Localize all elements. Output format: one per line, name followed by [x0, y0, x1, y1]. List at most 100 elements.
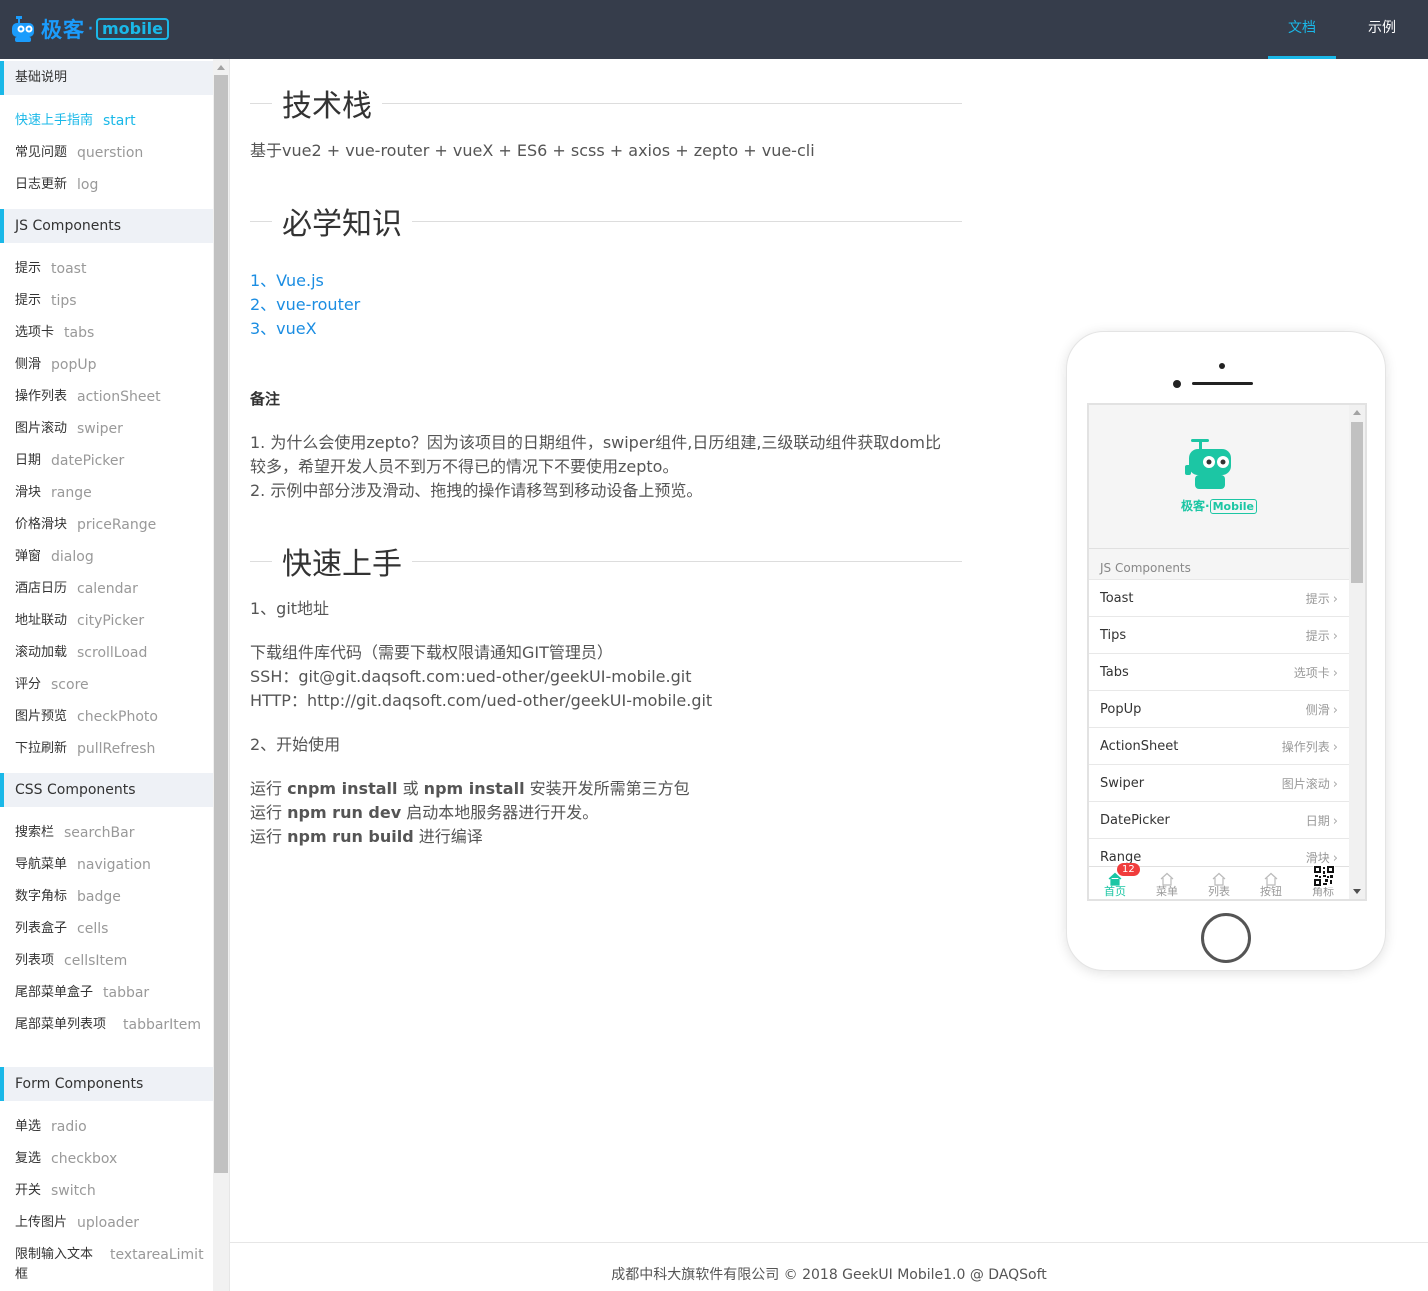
sidebar-item-cellsItem[interactable]: 列表项 cellsItem	[0, 945, 213, 977]
title-divider	[250, 102, 272, 104]
tabbar-item[interactable]: 角标	[1297, 865, 1349, 899]
sidebar-group-title: JS Components	[0, 209, 213, 243]
sidebar-item-toast[interactable]: 提示 toast	[0, 253, 213, 285]
sidebar-item-switch[interactable]: 开关 switch	[0, 1175, 213, 1207]
sidebar-item-pullRefresh[interactable]: 下拉刷新 pullRefresh	[0, 733, 213, 765]
sidebar-item-datePicker[interactable]: 日期 datePicker	[0, 445, 213, 477]
sidebar-item-label: 限制输入文本框	[15, 1247, 94, 1282]
scroll-up-icon[interactable]	[1353, 410, 1361, 415]
scroll-up-icon[interactable]	[217, 65, 225, 70]
top-nav: 文档 示例	[1268, 0, 1428, 59]
sidebar-item-radio[interactable]: 单选 radio	[0, 1111, 213, 1143]
sidebar-item-code: log	[77, 177, 99, 193]
sidebar-item-priceRange[interactable]: 价格滑块 priceRange	[0, 509, 213, 541]
phone-screen: 极客·Mobile JS Components Toast 提示 Tips 提示 Tab…	[1087, 403, 1367, 901]
http-line: HTTP：http://git.daqsoft.com/ued-other/ge…	[250, 691, 713, 710]
app-cell-tabs[interactable]: Tabs 选项卡	[1089, 653, 1349, 690]
tabbar-label: 菜单	[1156, 885, 1178, 898]
sidebar-item-calendar[interactable]: 酒店日历 calendar	[0, 573, 213, 605]
app-cell-toast[interactable]: Toast 提示	[1089, 579, 1349, 616]
sidebar-item-log[interactable]: 日志更新 log	[0, 169, 213, 201]
app-cell-datepicker[interactable]: DatePicker 日期	[1089, 801, 1349, 838]
screen-scrollbar[interactable]	[1349, 405, 1365, 899]
sidebar-item-textareaLimit[interactable]: 限制输入文本框 textareaLimit	[0, 1239, 213, 1289]
sidebar-item-label: 操作列表	[15, 389, 68, 404]
tabbar-item[interactable]: 按钮	[1245, 867, 1297, 899]
sidebar-item-label: 提示	[15, 261, 42, 276]
tabbar-item[interactable]: 列表	[1193, 867, 1245, 899]
sidebar-item-code: toast	[51, 261, 87, 277]
sidebar-item-label: 弹窗	[15, 549, 42, 564]
app-cell-desc: 选项卡	[1294, 664, 1338, 681]
sidebar-item-querstion[interactable]: 常见问题 querstion	[0, 137, 213, 169]
sidebar-item-navigation[interactable]: 导航菜单 navigation	[0, 849, 213, 881]
sidebar-item-score[interactable]: 评分 score	[0, 669, 213, 701]
app-cell-swiper[interactable]: Swiper 图片滚动	[1089, 764, 1349, 801]
sidebar-item-actionSheet[interactable]: 操作列表 actionSheet	[0, 381, 213, 413]
link-vuex[interactable]: 3、vueX	[250, 317, 962, 341]
scroll-down-icon[interactable]	[1353, 889, 1361, 894]
link-vuejs[interactable]: 1、Vue.js	[250, 269, 962, 293]
sidebar-item-tabbar[interactable]: 尾部菜单盒子 tabbar	[0, 977, 213, 1009]
sidebar-item-dialog[interactable]: 弹窗 dialog	[0, 541, 213, 573]
sidebar-item-checkbox[interactable]: 复选 checkbox	[0, 1143, 213, 1175]
sidebar-item-label: 滚动加载	[15, 645, 68, 660]
section-title-tech-stack: 技术栈	[250, 75, 962, 131]
app-cell-desc: 滑块	[1306, 849, 1338, 866]
run-line: 运行 npm run build 进行编译	[250, 827, 483, 846]
sidebar-item-label: 提示	[15, 293, 42, 308]
sidebar-item-label: 日期	[15, 453, 42, 468]
tabbar-item[interactable]: 菜单	[1141, 867, 1193, 899]
sidebar-item-scrollLoad[interactable]: 滚动加载 scrollLoad	[0, 637, 213, 669]
run-line: 运行 cnpm install 或 npm install 安装开发所需第三方包	[250, 779, 690, 798]
app-cell-desc: 图片滚动	[1282, 775, 1338, 792]
sidebar-item-searchBar[interactable]: 搜索栏 searchBar	[0, 817, 213, 849]
app-cell-tips[interactable]: Tips 提示	[1089, 616, 1349, 653]
app-cell-title: DatePicker	[1100, 812, 1170, 828]
tabbar-item[interactable]: 首页 12	[1089, 863, 1141, 899]
app-cells: Toast 提示 Tips 提示 Tabs 选项卡 PopUp 侧滑 ActionSheet 操作…	[1089, 579, 1349, 875]
tab-examples[interactable]: 示例	[1344, 0, 1420, 59]
sidebar-item-code: tabs	[64, 325, 95, 341]
app-cell-title: Swiper	[1100, 775, 1145, 791]
scrollbar-thumb[interactable]	[1351, 422, 1363, 583]
section-heading: 快速上手	[282, 547, 402, 582]
footer-copyright: 成都中科大旗软件有限公司 © 2018 GeekUI Mobile1.0 @ D…	[611, 1267, 1047, 1283]
sidebar-group-list: 单选 radio 复选 checkbox 开关 switch 上传图片 uploader 限制输…	[0, 1101, 213, 1291]
footer: 成都中科大旗软件有限公司 © 2018 GeekUI Mobile1.0 @ D…	[230, 1242, 1428, 1291]
home-icon	[1212, 871, 1226, 886]
sidebar-item-label: 上传图片	[15, 1215, 68, 1230]
sidebar-item-uploader[interactable]: 上传图片 uploader	[0, 1207, 213, 1239]
sidebar-item-tabs[interactable]: 选项卡 tabs	[0, 317, 213, 349]
scrollbar-thumb[interactable]	[214, 75, 228, 1173]
sidebar-group-list: 提示 toast 提示 tips 选项卡 tabs 侧滑 popUp 操作列表 actionShe…	[0, 243, 213, 773]
sidebar-scrollbar[interactable]	[213, 59, 229, 1291]
sidebar-item-code: tips	[51, 293, 77, 309]
sidebar-item-popUp[interactable]: 侧滑 popUp	[0, 349, 213, 381]
sidebar-item-tabbarItem[interactable]: 尾部菜单列表项 tabbarItem	[0, 1009, 213, 1059]
sidebar-item-start[interactable]: 快速上手指南 start	[0, 105, 213, 137]
app-cell-actionsheet[interactable]: ActionSheet 操作列表	[1089, 727, 1349, 764]
phone-speaker	[1192, 382, 1253, 385]
phone-home-button[interactable]	[1201, 913, 1251, 963]
phone-camera	[1219, 363, 1225, 369]
logo[interactable]: 极客 · mobile	[10, 12, 169, 46]
badge: 12	[1117, 863, 1140, 876]
sidebar-item-swiper[interactable]: 图片滚动 swiper	[0, 413, 213, 445]
qr-code-icon	[1313, 865, 1335, 887]
sidebar-item-checkPhoto[interactable]: 图片预览 checkPhoto	[0, 701, 213, 733]
sidebar-item-tips[interactable]: 提示 tips	[0, 285, 213, 317]
link-vue-router[interactable]: 2、vue-router	[250, 293, 962, 317]
download-line: 下载组件库代码（需要下载权限请通知GIT管理员）	[250, 643, 613, 662]
phone-sensor	[1173, 380, 1181, 388]
sidebar-item-badge[interactable]: 数字角标 badge	[0, 881, 213, 913]
sidebar-item-range[interactable]: 滑块 range	[0, 477, 213, 509]
app-cell-popup[interactable]: PopUp 侧滑	[1089, 690, 1349, 727]
sidebar-item-code: checkPhoto	[77, 709, 158, 725]
sidebar-item-cells[interactable]: 列表盒子 cells	[0, 913, 213, 945]
tab-docs[interactable]: 文档	[1268, 0, 1336, 59]
sidebar-item-cityPicker[interactable]: 地址联动 cityPicker	[0, 605, 213, 637]
sidebar-item-code: badge	[77, 889, 121, 905]
sidebar-item-code: checkbox	[51, 1151, 118, 1167]
title-divider	[250, 220, 272, 222]
